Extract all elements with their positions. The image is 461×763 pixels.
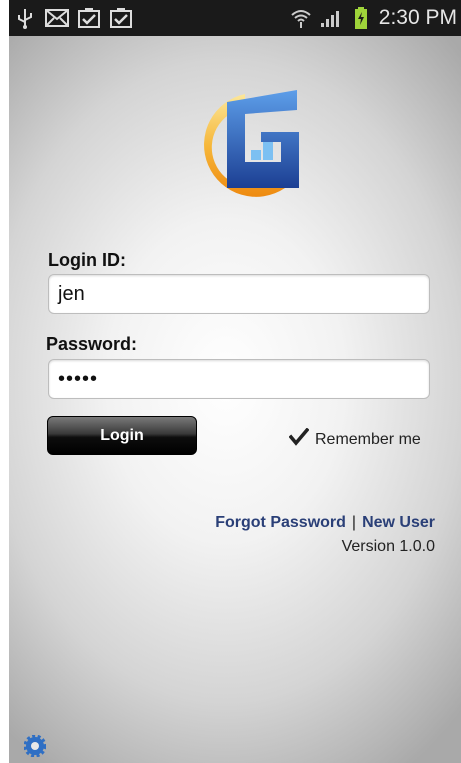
password-value: •••••	[58, 367, 99, 390]
password-label: Password:	[46, 334, 138, 354]
settings-gear-icon[interactable]	[23, 734, 47, 758]
usb-icon	[13, 6, 37, 30]
notification-icons	[13, 6, 133, 30]
battery-charging-icon	[349, 6, 373, 30]
new-user-link[interactable]: New User	[362, 514, 435, 531]
remember-me-label: Remember me	[315, 430, 421, 448]
app-screen: 2:30 PM Login ID: jen Password: ••••• Lo…	[9, 0, 461, 763]
password-input[interactable]: •••••	[48, 359, 430, 399]
email-icon	[45, 6, 69, 30]
account-links: Forgot Password | New User	[215, 514, 435, 532]
status-bar: 2:30 PM	[9, 0, 461, 36]
forgot-password-link[interactable]: Forgot Password	[215, 514, 346, 531]
signal-icon	[319, 6, 343, 30]
app-logo	[187, 84, 307, 202]
login-button[interactable]: Login	[47, 416, 197, 455]
login-id-value: jen	[58, 282, 85, 305]
checkmark-icon	[288, 427, 310, 451]
wifi-icon	[289, 6, 313, 30]
checklist-icon	[77, 6, 101, 30]
link-separator: |	[351, 514, 357, 531]
clock: 2:30 PM	[378, 6, 457, 29]
remember-me-checkbox[interactable]: Remember me	[288, 427, 421, 451]
version-text: Version 1.0.0	[341, 538, 435, 555]
login-id-input[interactable]: jen	[48, 274, 430, 314]
system-icons: 2:30 PM	[289, 6, 457, 30]
login-id-label: Login ID:	[48, 250, 126, 270]
checklist-icon	[109, 6, 133, 30]
